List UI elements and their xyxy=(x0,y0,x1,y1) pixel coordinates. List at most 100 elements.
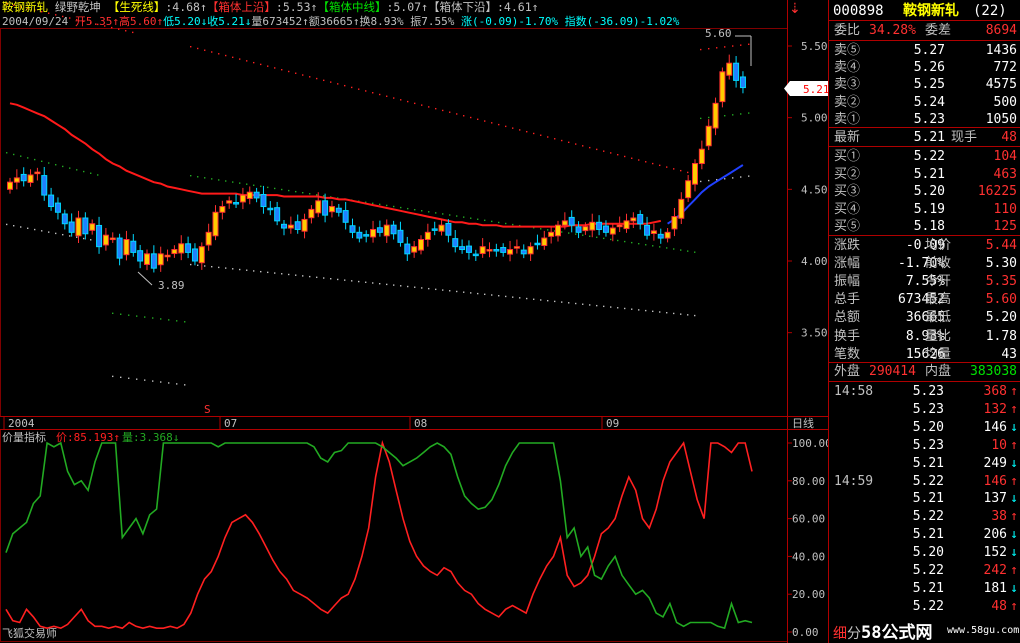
stat-row[interactable]: 总手 673452 最高 5.60 xyxy=(829,290,1020,309)
tick-price: 5.20 xyxy=(912,419,944,435)
up-arrow-icon: ↑ xyxy=(1010,437,1018,453)
box-dot xyxy=(547,299,549,302)
box-dot xyxy=(204,49,206,51)
down-arrow-icon: ↓ xyxy=(1010,545,1018,561)
ask-row[interactable]: 卖⑤ 5.27 1436 xyxy=(829,41,1020,60)
bid-row[interactable]: 买② 5.21 463 xyxy=(829,165,1020,184)
up-arrow-icon: ↑ xyxy=(1010,509,1018,525)
box-dot xyxy=(568,302,570,304)
bid-row[interactable]: 买① 5.22 104 xyxy=(829,147,1020,166)
xianshou-value: 48 xyxy=(1001,130,1017,145)
box-dot xyxy=(128,377,130,379)
footer-tab-minute[interactable]: 分 xyxy=(847,623,861,643)
tick-row[interactable]: 5.23 10 ↑ xyxy=(829,437,1020,455)
bid-price: 5.18 xyxy=(913,219,945,235)
ind-y-tick-label: 40.00 xyxy=(792,550,825,563)
bid-label: 买① xyxy=(834,149,861,164)
period-label[interactable]: 日线 xyxy=(792,416,814,430)
box-dot xyxy=(246,60,248,62)
ask-row[interactable]: 卖① 5.23 1050 xyxy=(829,110,1020,129)
box-dot xyxy=(673,168,675,170)
box-dot xyxy=(575,302,577,305)
stat-row[interactable]: 涨幅 -1.70% 前收 5.30 xyxy=(829,254,1020,273)
candle-body-up xyxy=(678,198,685,219)
header-segment: :5.53↑ xyxy=(275,0,318,14)
stat-row[interactable]: 涨跌 -0.09 均价 5.44 xyxy=(829,236,1020,255)
candle-body-up xyxy=(383,224,390,237)
box-dot xyxy=(724,46,726,48)
box-dot xyxy=(526,297,528,300)
box-dot xyxy=(716,47,718,49)
box-dot xyxy=(128,314,130,316)
box-dot xyxy=(246,183,248,185)
latest-label: 最新 xyxy=(834,130,861,145)
box-dot xyxy=(694,314,696,317)
footer-tab-detail[interactable]: 细 xyxy=(833,623,847,643)
ask-row[interactable]: 卖② 5.24 500 xyxy=(829,93,1020,112)
box-dot xyxy=(302,74,304,76)
candle-body-down xyxy=(575,226,582,233)
tick-row[interactable]: 14:59 5.22 146 ↑ xyxy=(829,473,1020,491)
candle-body-up xyxy=(582,226,589,232)
bid-price: 5.20 xyxy=(913,184,945,200)
candle-body-up xyxy=(27,174,34,183)
header-segment: 涨(-0.09)-1.70% xyxy=(454,15,559,28)
candle-body-up xyxy=(75,217,82,237)
indicator-title[interactable]: 价量指标 xyxy=(2,430,46,444)
box-dot xyxy=(582,145,584,147)
box-dot xyxy=(732,45,734,47)
kline-chart[interactable]: 5.50 5.00 4.50 4.00 3.50 2004 07 08 09 100.00 80… xyxy=(0,0,828,643)
tick-row[interactable]: 5.20 152 ↓ xyxy=(829,544,1020,562)
bid-row[interactable]: 买⑤ 5.18 125 xyxy=(829,217,1020,236)
bid-row[interactable]: 买④ 5.19 110 xyxy=(829,200,1020,219)
stat-row[interactable]: 笔数 15626 均量 43 xyxy=(829,345,1020,364)
bid-row[interactable]: 买③ 5.20 16225 xyxy=(829,182,1020,201)
stat-row[interactable]: 振幅 7.55% 今开 5.35 xyxy=(829,272,1020,291)
tick-row[interactable]: 5.22 38 ↑ xyxy=(829,508,1020,526)
box-dot xyxy=(27,157,29,159)
tick-row[interactable]: 5.22 242 ↑ xyxy=(829,562,1020,580)
tick-row[interactable]: 14:58 5.23 368 ↑ xyxy=(829,383,1020,401)
header-segment: 【箱体中线】 xyxy=(317,0,387,14)
candle-body-down xyxy=(260,193,267,208)
stat-row[interactable]: 换手 8.93% 量比 1.78 xyxy=(829,327,1020,346)
box-dot xyxy=(603,150,605,152)
candle-body-down xyxy=(520,249,527,255)
stat-value-2: 5.30 xyxy=(985,256,1017,272)
stat-row[interactable]: 总额 36665 最低 5.20 xyxy=(829,308,1020,327)
tick-row[interactable]: 5.20 146 ↓ xyxy=(829,419,1020,437)
ask-row[interactable]: 卖③ 5.25 4575 xyxy=(829,75,1020,94)
tick-row[interactable]: 5.23 132 ↑ xyxy=(829,401,1020,419)
box-dot xyxy=(575,143,577,145)
box-dot xyxy=(435,212,437,214)
ask-price: 5.23 xyxy=(913,111,945,127)
box-dot xyxy=(463,216,465,218)
indicator-header-line: 鞍钢新轧 绿野乾坤 【生死线】:4.68↑【箱体上沿】:5.53↑【箱体中线】:… xyxy=(2,0,539,15)
down-arrow-icon[interactable]: ⇣ xyxy=(789,1,801,17)
candle-body-up xyxy=(712,102,719,129)
candle-body-up xyxy=(424,231,431,240)
box-dot xyxy=(152,380,154,382)
box-dot xyxy=(358,280,360,283)
box-dot xyxy=(253,184,255,186)
box-dot xyxy=(652,162,654,165)
stat-value-2: 5.44 xyxy=(985,238,1017,253)
box-dot xyxy=(344,279,346,281)
box-dot xyxy=(694,251,696,253)
box-dot xyxy=(281,273,283,275)
box-dot xyxy=(55,164,57,166)
ask-row[interactable]: 卖④ 5.26 772 xyxy=(829,58,1020,77)
candle-body-up xyxy=(7,181,13,190)
tick-row[interactable]: 5.21 249 ↓ xyxy=(829,455,1020,473)
tick-volume: 368 xyxy=(983,384,1007,399)
tick-row[interactable]: 5.21 137 ↓ xyxy=(829,490,1020,508)
tick-time: 14:59 xyxy=(834,473,874,489)
box-dot xyxy=(372,282,374,284)
box-dot xyxy=(442,289,444,291)
box-dot xyxy=(687,314,689,316)
tick-row[interactable]: 5.22 48 ↑ xyxy=(829,598,1020,616)
candle-body-down xyxy=(376,227,383,233)
tick-row[interactable]: 5.21 181 ↓ xyxy=(829,580,1020,598)
tick-row[interactable]: 5.21 206 ↓ xyxy=(829,526,1020,544)
box-dot xyxy=(589,146,591,149)
